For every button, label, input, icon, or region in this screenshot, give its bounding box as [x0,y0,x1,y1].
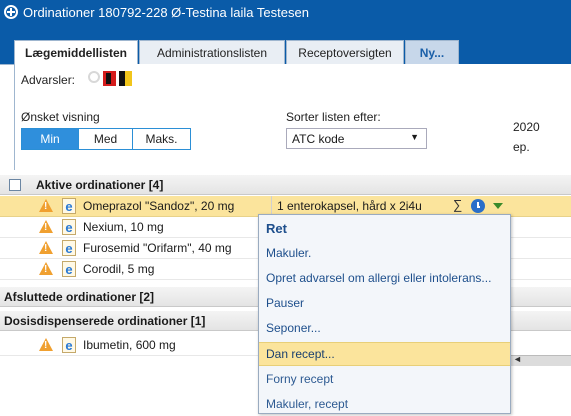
tab-receptoversigten[interactable]: Receptoversigten [286,40,404,64]
warning-triangle-icon [39,262,53,275]
menu-item-dan-recept[interactable]: Dan recept... [259,342,510,366]
sort-select[interactable]: ATC kode ▼ [286,128,427,149]
warning-triangle-icon [39,338,53,351]
interaction-warning-icon[interactable] [119,71,132,86]
allergy-warning-icon[interactable] [103,71,116,86]
ie-icon: e [62,337,76,353]
menu-item-ret[interactable]: Ret [259,216,510,240]
menu-item-makuler-recept[interactable]: Makuler, recept [259,392,510,416]
select-all-checkbox[interactable] [9,178,21,191]
warning-triangle-icon [39,241,53,254]
column-fragment: ep. [513,140,571,154]
window-title: Ordinationer 180792-228 Ø-Testina laila … [23,4,309,20]
ie-icon: e [62,198,76,214]
view-maks-button[interactable]: Maks. [132,129,190,149]
ie-icon: e [62,240,76,256]
scroll-left-arrow-icon[interactable]: ◄ [513,354,522,364]
tab-administrationslisten[interactable]: Administrationslisten [139,40,285,64]
sort-value: ATC kode [292,131,345,146]
no-warning-icon[interactable] [88,71,100,83]
date-fragment: 2020 [513,120,571,134]
warnings-icons [88,71,132,86]
group-title: Aktive ordinationer [4] [36,177,164,192]
dosage-text: 1 enterokapsel, hård x 2i4u [277,199,422,213]
tab-strip: Lægemiddellisten Administrationslisten R… [0,24,571,65]
context-menu: Ret Makuler. Opret advarsel om allergi e… [258,214,511,414]
group-header-active[interactable]: Aktive ordinationer [4] [0,175,571,195]
menu-item-pauser[interactable]: Pauser [259,291,510,315]
view-med-button[interactable]: Med [78,129,132,149]
view-segmented-control: Min Med Maks. [21,128,191,150]
warning-triangle-icon [39,199,53,212]
ie-icon: e [62,219,76,235]
group-title: Dosisdispenserede ordinationer [1] [4,313,206,328]
drug-name: Furosemid "Orifarm", 40 mg [83,241,232,255]
app-plus-icon [4,5,18,19]
view-label: Ønsket visning [21,110,100,124]
clock-icon[interactable] [471,199,485,213]
dropdown-arrow-icon: ▼ [410,132,419,142]
menu-item-opret-advarsel[interactable]: Opret advarsel om allergi eller intolera… [259,266,510,290]
ie-icon: e [62,261,76,277]
group-title: Afsluttede ordinationer [2] [4,289,155,304]
drug-name: Nexium, 10 mg [83,220,164,234]
warning-triangle-icon [39,220,53,233]
window-titlebar: Ordinationer 180792-228 Ø-Testina laila … [0,0,571,24]
menu-item-forny-recept[interactable]: Forny recept [259,367,510,391]
menu-item-seponer[interactable]: Seponer... [259,316,510,340]
tab-laegemiddellisten[interactable]: Lægemiddellisten [14,40,138,65]
drug-name: Omeprazol "Sandoz", 20 mg [83,199,235,213]
filter-panel: Advarsler: Ønsket visning Min Med Maks. … [14,64,571,170]
warnings-label: Advarsler: [21,73,76,87]
sort-label: Sorter listen efter: [286,110,381,124]
column-divider [271,196,272,216]
view-min-button[interactable]: Min [22,129,78,149]
menu-item-makuler[interactable]: Makuler. [259,241,510,265]
sum-icon[interactable]: ∑ [453,197,462,212]
drug-name: Ibumetin, 600 mg [83,338,176,352]
drug-name: Corodil, 5 mg [83,262,155,276]
chevron-down-icon[interactable] [493,203,503,209]
tab-new[interactable]: Ny... [405,40,459,64]
